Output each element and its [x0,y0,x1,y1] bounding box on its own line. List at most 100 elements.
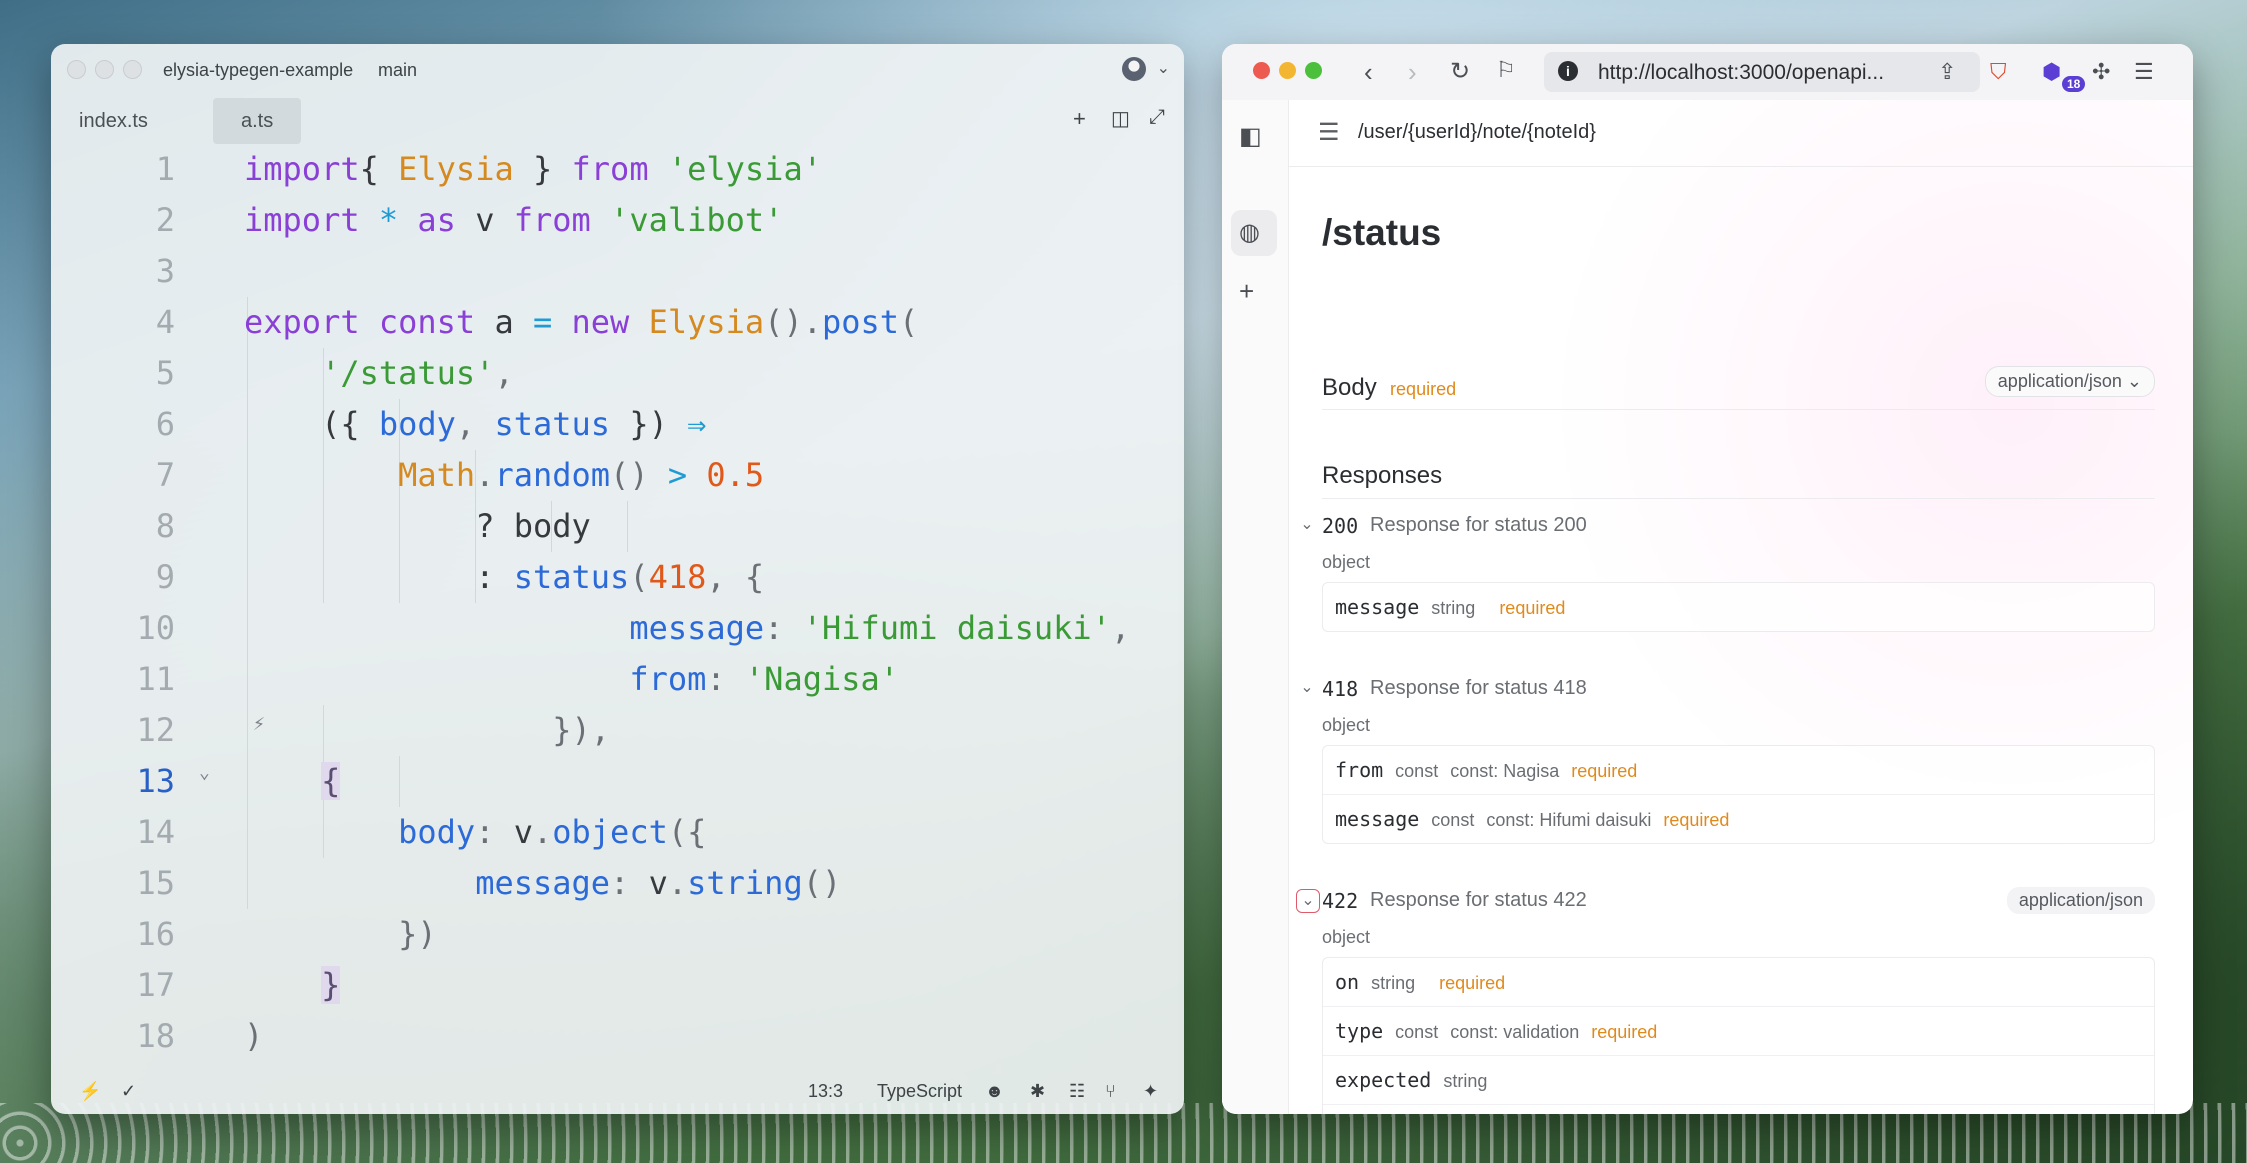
extension-icon[interactable]: ⬢ [2042,59,2061,85]
schema-field[interactable]: type const const: validation required [1323,1006,2154,1055]
code-area[interactable]: ⚡ ⌄ 1 import{ Elysia } from 'elysia' 2 impo… [51,144,1184,1074]
code-text[interactable]: }) [244,909,437,960]
code-line[interactable]: 8 ? body [51,501,1184,552]
branch-name[interactable]: main [378,60,417,81]
code-line[interactable]: 1 import{ Elysia } from 'elysia' [51,144,1184,195]
code-line[interactable]: 15 message: v.string() [51,858,1184,909]
code-token: message [629,609,765,647]
language-mode[interactable]: TypeScript [877,1081,962,1102]
tab-index-ts[interactable]: index.ts [51,98,176,144]
breadcrumb[interactable]: /user/{userId}/note/{noteId} [1358,121,1596,144]
hamburger-icon[interactable]: ☰ [1318,118,1340,147]
chevron-down-icon[interactable]: ⌄ [1296,677,1318,699]
code-text[interactable]: : status(418, { [244,552,764,603]
chevron-down-icon[interactable]: ⌄ [1157,58,1170,78]
address-bar[interactable]: i http://localhost:3000/openapi... [1544,52,1980,92]
outline-icon[interactable]: ☷ [1069,1081,1085,1102]
code-token: ({ [244,405,379,443]
code-token: ( [899,303,919,341]
zoom-window-button[interactable] [1305,62,1322,79]
reload-icon[interactable]: ↻ [1450,57,1470,86]
code-text[interactable]: { [244,756,341,807]
code-text[interactable]: message: 'Hifumi daisuki', [244,603,1130,654]
bookmark-icon[interactable]: ⚐ [1496,57,1516,83]
lightning-icon[interactable]: ⚡ [79,1081,101,1102]
code-text[interactable]: ) [244,1011,263,1062]
code-text[interactable]: ? body [244,501,591,552]
code-line[interactable]: 18) [51,1011,1184,1062]
code-line[interactable]: 11 from: 'Nagisa' [51,654,1184,705]
code-text[interactable]: message: v.string() [244,858,841,909]
schema-field[interactable]: found [1323,1104,2154,1114]
debug-icon[interactable]: ✱ [1030,1081,1045,1102]
schema-field[interactable]: expected string [1323,1055,2154,1104]
code-token: = [532,303,553,341]
code-line[interactable]: 13 { [51,756,1184,807]
expand-icon[interactable]: ⤢ [1149,106,1165,129]
add-icon[interactable]: + [1073,106,1086,132]
schema-field[interactable]: message const const: Hifumi daisuki require… [1323,794,2154,843]
response-content-type[interactable]: application/json [2006,887,2155,914]
brave-shield-icon[interactable]: ⛉ [1990,59,2007,85]
code-text[interactable]: Math.random() > 0.5 [244,450,764,501]
code-line[interactable]: 9 : status(418, { [51,552,1184,603]
sparkle-icon[interactable]: ✦ [1143,1081,1158,1102]
chevron-down-icon[interactable]: ⌄ [1296,889,1320,913]
code-text[interactable]: '/status', [244,348,514,399]
project-title[interactable]: elysia-typegen-example [163,60,353,81]
code-line[interactable]: 5 '/status', [51,348,1184,399]
check-icon[interactable]: ✓ [121,1081,136,1102]
code-token: , [1110,609,1131,647]
schema-field[interactable]: message string required [1323,583,2154,631]
code-text[interactable]: ({ body, status }) ⇒ [244,399,706,450]
code-text[interactable]: import{ Elysia } from 'elysia' [244,144,822,195]
code-line[interactable]: 6 ({ body, status }) ⇒ [51,399,1184,450]
code-text[interactable]: from: 'Nagisa' [244,654,899,705]
cursor-position[interactable]: 13:3 [808,1081,843,1102]
zoom-window-button[interactable] [123,60,142,79]
line-number: 2 [155,201,175,239]
sidebar-toggle-icon[interactable]: ◧ [1239,122,1262,151]
code-line[interactable]: 10 message: 'Hifumi daisuki', [51,603,1184,654]
code-line[interactable]: 7 Math.random() > 0.5 [51,450,1184,501]
chevron-down-icon[interactable]: ⌄ [1296,514,1318,536]
content-type-select[interactable]: application/json ⌄ [1984,366,2155,397]
code-line[interactable]: 17 } [51,960,1184,1011]
code-text[interactable]: export const a = new Elysia().post( [244,297,918,348]
share-icon[interactable]: ⇪ [1938,59,1956,85]
minimize-window-button[interactable] [1279,62,1296,79]
code-text[interactable]: } [244,960,341,1011]
globe-icon[interactable]: ◍ [1239,218,1260,247]
code-line[interactable]: 16 }) [51,909,1184,960]
minimize-window-button[interactable] [95,60,114,79]
menu-icon[interactable]: ☰ [2134,59,2154,85]
code-text[interactable]: }), [244,705,610,756]
url-text[interactable]: http://localhost:3000/openapi... [1598,61,1884,85]
close-window-button[interactable] [1253,62,1270,79]
add-icon[interactable]: + [1239,276,1254,307]
tab-a-ts[interactable]: a.ts [213,98,302,144]
forward-icon[interactable]: › [1408,57,1417,88]
code-text[interactable]: body: v.object({ [244,807,706,858]
code-line[interactable]: 3 [51,246,1184,297]
split-pane-icon[interactable]: ◫ [1111,106,1130,131]
response-418-header[interactable]: ⌄ 418 Response for status 418 [1288,677,2193,707]
code-line[interactable]: 4 export const a = new Elysia().post( [51,297,1184,348]
response-200-header[interactable]: ⌄ 200 Response for status 200 [1288,514,2193,544]
code-token: * [378,201,399,239]
avatar[interactable] [1122,57,1146,81]
extensions-puzzle-icon[interactable]: ✣ [2092,59,2110,85]
back-icon[interactable]: ‹ [1364,57,1373,88]
code-line[interactable]: 12 }), [51,705,1184,756]
close-window-button[interactable] [67,60,86,79]
git-branch-icon[interactable]: ⑂ [1105,1081,1116,1102]
site-info-icon[interactable]: i [1558,61,1578,81]
schema-field[interactable]: on string required [1323,958,2154,1006]
required-badge: required [1663,810,1730,830]
schema-field[interactable]: from const const: Nagisa required [1323,746,2154,794]
code-text[interactable]: import * as v from 'valibot' [244,195,783,246]
copilot-icon[interactable]: ☻ [985,1081,1004,1102]
code-line[interactable]: 14 body: v.object({ [51,807,1184,858]
code-line[interactable]: 2 import * as v from 'valibot' [51,195,1184,246]
